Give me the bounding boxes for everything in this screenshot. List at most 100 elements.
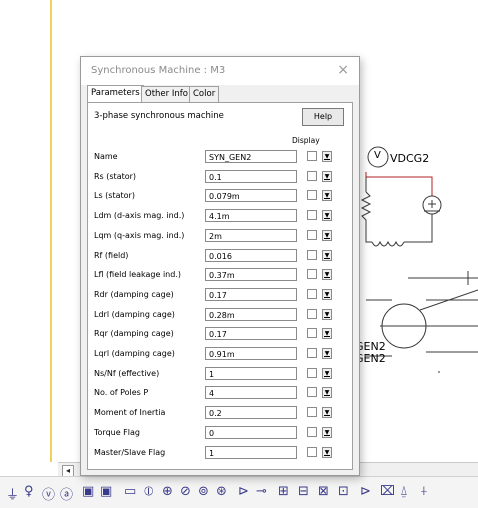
param-row: Rs (stator) 0.1 ▼ [88,169,352,185]
display-checkbox[interactable] [307,170,317,181]
dropdown-arrow-icon[interactable]: ▼ [322,308,332,320]
dropdown-arrow-icon[interactable]: ▼ [322,407,332,419]
param-label: Ldrl (damping cage) [94,309,175,319]
meter-icon[interactable]: ⍙ [400,484,408,499]
param-value-field[interactable]: 0.28m [205,307,297,321]
ac-source-icon[interactable]: ⊘ [180,484,191,499]
param-label: Rf (field) [94,250,129,260]
dropdown-arrow-icon[interactable]: ▼ [322,249,332,261]
ammeter-icon[interactable]: ⓐ [60,484,73,503]
breaker-icon[interactable]: ⌧ [380,484,395,499]
param-value-field[interactable]: 0 [205,425,297,439]
scope2-icon[interactable]: ▣ [100,484,112,499]
param-row: No. of Poles P 4 ▼ [88,385,352,401]
tab-parameters[interactable]: Parameters [87,85,144,103]
param-row: Lqrl (damping cage) 0.91m ▼ [88,346,352,362]
close-icon[interactable]: × [337,62,349,78]
param-value-field[interactable]: 0.91m [205,347,297,360]
param-value-field[interactable]: 4 [205,386,297,400]
display-checkbox[interactable] [307,210,317,221]
display-checkbox[interactable] [307,249,317,260]
resistor-icon[interactable]: ▭ [124,484,136,499]
transformer-icon[interactable]: ⊚ [198,484,209,499]
block-icon[interactable]: ⊡ [338,484,349,499]
param-row: Moment of Inertia 0.2 ▼ [88,405,352,421]
display-checkbox[interactable] [307,446,317,457]
dropdown-arrow-icon[interactable]: ▼ [322,426,332,438]
param-value-field[interactable]: 0.17 [205,287,297,301]
param-value-field[interactable]: 4.1m [205,209,297,223]
param-value-field[interactable]: SYN_GEN2 [205,150,297,163]
display-checkbox[interactable] [307,288,317,299]
scope-icon[interactable]: ▣ [82,484,94,499]
display-checkbox[interactable] [307,328,317,339]
param-row: Rdr (damping cage) 0.17 ▼ [88,287,352,303]
dropdown-arrow-icon[interactable]: ▼ [322,288,332,300]
display-checkbox[interactable] [307,269,317,280]
dropdown-arrow-icon[interactable]: ▼ [322,269,332,281]
motor-icon[interactable]: ⊳ [360,484,371,499]
dropdown-arrow-icon[interactable]: ▼ [322,210,332,222]
param-row: Lfl (field leakage ind.) 0.37m ▼ [88,267,352,283]
ground-icon[interactable]: ⏚ [6,484,19,503]
display-checkbox[interactable] [307,407,317,418]
dropdown-arrow-icon[interactable]: ▼ [322,348,332,359]
help-button[interactable]: Help [302,108,344,126]
mosfet-icon[interactable]: ⊟ [298,484,309,499]
dropdown-arrow-icon[interactable]: ▼ [322,446,332,458]
param-value-field[interactable]: 0.079m [205,189,297,203]
param-label: Lfl (field leakage ind.) [94,270,181,280]
display-checkbox[interactable] [307,348,317,358]
dropdown-arrow-icon[interactable]: ▼ [322,170,332,182]
dropdown-arrow-icon[interactable]: ▼ [322,190,332,202]
diode-icon[interactable]: ⊳ [238,484,249,499]
param-label: Ldm (d-axis mag. ind.) [94,211,185,221]
resistor-icon [360,191,372,243]
param-row: Rqr (damping cage) 0.17 ▼ [88,326,352,342]
probe-icon[interactable]: ♀ [24,484,34,499]
gate-icon[interactable]: ⊠ [318,484,329,499]
display-checkbox[interactable] [307,229,317,240]
dialog-titlebar[interactable]: Synchronous Machine : M3 × [81,57,359,85]
voltmeter-icon[interactable]: ⓥ [42,484,55,503]
inductor-icon [371,240,405,247]
display-checkbox[interactable] [307,387,317,398]
param-value-field[interactable]: 0.1 [205,169,297,183]
param-value-field[interactable]: 0.17 [205,327,297,341]
igbt-icon[interactable]: ⊞ [278,484,289,499]
wire-red [365,172,433,196]
param-value-field[interactable]: 0.2 [205,406,297,420]
dropdown-arrow-icon[interactable]: ▼ [322,328,332,340]
dropdown-arrow-icon[interactable]: ▼ [322,367,332,379]
dc-source-icon[interactable]: ⊕ [162,484,173,499]
param-row: Torque Flag 0 ▼ [88,425,352,441]
tab-color[interactable]: Color [189,86,220,102]
display-checkbox[interactable] [307,308,317,319]
display-checkbox[interactable] [307,190,317,201]
switch-icon[interactable]: ⊛ [216,484,227,499]
source-icon[interactable]: ⦶ [144,484,153,499]
param-label: Rqr (damping cage) [94,329,174,339]
param-value-field[interactable]: 1 [205,366,297,380]
dropdown-arrow-icon[interactable]: ▼ [322,151,332,162]
dropdown-arrow-icon[interactable]: ▼ [322,229,332,241]
display-header: Display [292,136,320,145]
thyristor-icon[interactable]: ⊸ [256,484,267,499]
display-checkbox[interactable] [307,151,317,161]
param-value-field[interactable]: 0.016 [205,248,297,262]
display-checkbox[interactable] [307,426,317,437]
param-label: Ls (stator) [94,191,135,201]
dropdown-arrow-icon[interactable]: ▼ [322,387,332,399]
param-row: Ls (stator) 0.079m ▼ [88,188,352,204]
display-checkbox[interactable] [307,367,317,378]
param-value-field[interactable]: 2m [205,228,297,242]
param-label: Lqrl (damping cage) [94,349,175,358]
param-value-field[interactable]: 0.37m [205,268,297,282]
extra-icon[interactable]: ⍭ [420,484,428,499]
tab-other-info[interactable]: Other Info [141,86,192,102]
param-value-field[interactable]: 1 [205,445,297,459]
param-row: Name SYN_GEN2 ▼ [88,149,352,165]
param-label: Master/Slave Flag [94,447,166,457]
voltmeter-label[interactable]: VDCG2 [390,152,429,165]
param-row: Rf (field) 0.016 ▼ [88,248,352,264]
